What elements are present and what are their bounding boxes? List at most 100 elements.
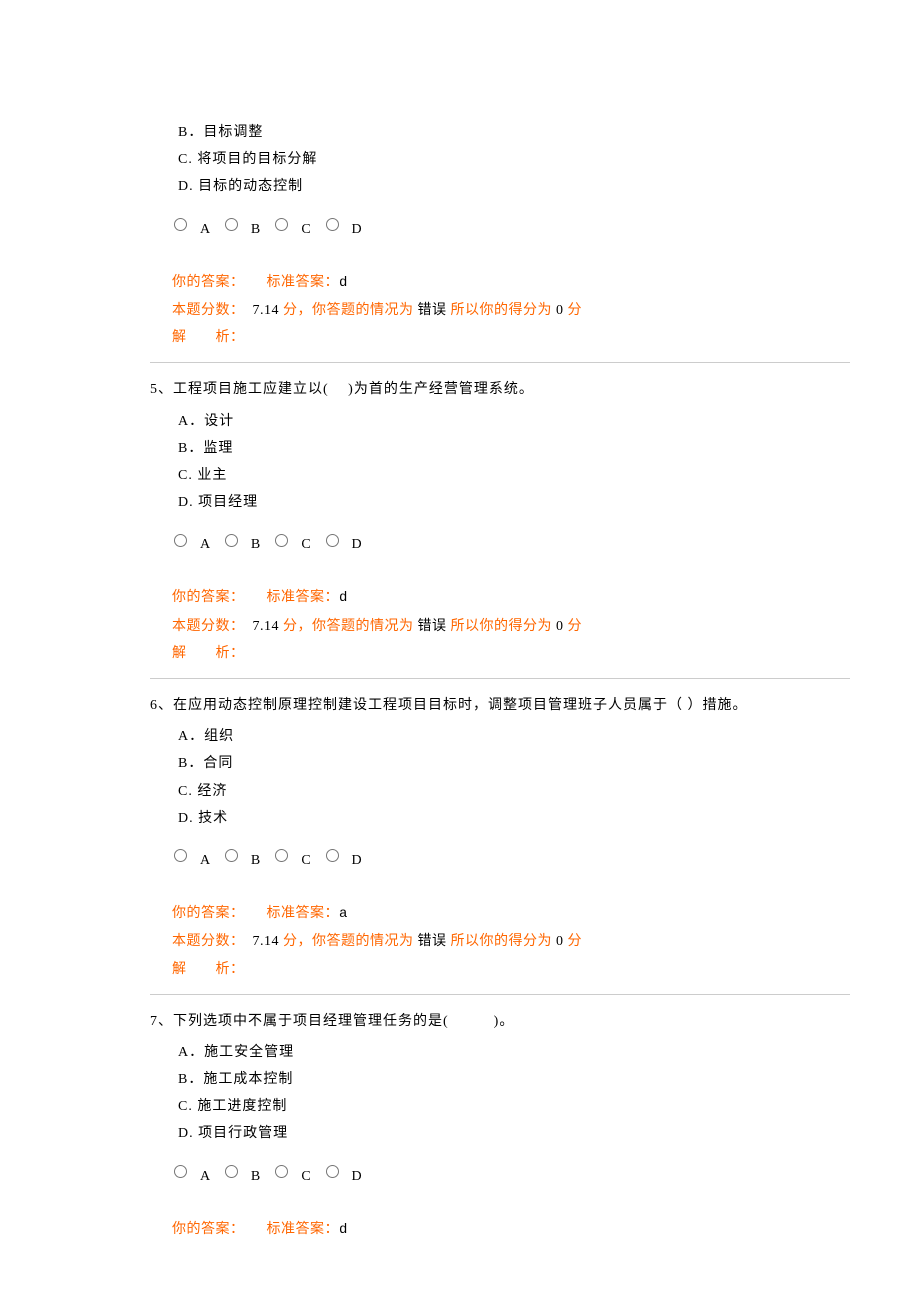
question-stem-q7: 7、下列选项中不属于项目经理管理任务的是( )。	[150, 1009, 850, 1034]
radio-label: C	[290, 1164, 322, 1189]
fen-unit: 分	[283, 619, 298, 634]
situation-text: ，你答题的情况为	[298, 934, 414, 949]
option-text: C. 将项目的目标分解	[150, 147, 850, 172]
std-answer-value: d	[339, 1222, 348, 1238]
your-answer-label: 你的答案：	[172, 275, 245, 290]
std-answer-value: d	[339, 275, 348, 291]
option-text: D. 目标的动态控制	[150, 174, 850, 199]
divider	[150, 678, 850, 679]
radio-label: A	[189, 848, 221, 873]
radio-label: A	[189, 1164, 221, 1189]
score-value: 7.14	[253, 303, 280, 318]
radio-label: A	[189, 532, 221, 557]
so-score-label: 所以你的得分为	[451, 934, 553, 949]
radio-q7-c[interactable]	[275, 1165, 288, 1178]
question-stem-q5: 5、工程项目施工应建立以( )为首的生产经营管理系统。	[150, 377, 850, 402]
option-text: B．目标调整	[150, 120, 850, 145]
radio-label: B	[240, 848, 272, 873]
radio-q5-d[interactable]	[326, 534, 339, 547]
score-line-q4: 本题分数： 7.14 分，你答题的情况为 错误 所以你的得分为 0 分	[150, 298, 850, 323]
your-answer-label: 你的答案：	[172, 906, 245, 921]
so-score-label: 所以你的得分为	[451, 619, 553, 634]
radio-group-q5: A B C D	[150, 527, 850, 557]
radio-q6-a[interactable]	[174, 849, 187, 862]
situation-text: ，你答题的情况为	[298, 619, 414, 634]
std-answer-value: d	[339, 590, 348, 606]
analysis-q6: 解 析：	[150, 957, 850, 982]
analysis-q4: 解 析：	[150, 325, 850, 350]
so-score-label: 所以你的得分为	[451, 303, 553, 318]
fen-unit: 分	[283, 303, 298, 318]
score-value: 7.14	[253, 619, 280, 634]
radio-label: A	[189, 217, 221, 242]
option-text: D. 项目经理	[150, 490, 850, 515]
radio-q7-a[interactable]	[174, 1165, 187, 1178]
your-answer-label: 你的答案：	[172, 1222, 245, 1237]
status-wrong: 错误	[418, 619, 447, 634]
option-text: B．施工成本控制	[150, 1067, 850, 1092]
score-line-q5: 本题分数： 7.14 分，你答题的情况为 错误 所以你的得分为 0 分	[150, 614, 850, 639]
option-text: B．合同	[150, 751, 850, 776]
your-answer-label: 你的答案：	[172, 590, 245, 605]
status-wrong: 错误	[418, 934, 447, 949]
radio-q7-b[interactable]	[225, 1165, 238, 1178]
radio-q5-c[interactable]	[275, 534, 288, 547]
divider	[150, 362, 850, 363]
fen-unit: 分	[283, 934, 298, 949]
question-stem-q6: 6、在应用动态控制原理控制建设工程项目目标时，调整项目管理班子人员属于（ ）措施…	[150, 693, 850, 718]
radio-q4-b[interactable]	[225, 218, 238, 231]
answer-line-q6: 你的答案： 标准答案：a	[150, 901, 850, 927]
fen-unit2: 分	[568, 619, 583, 634]
score-prefix: 本题分数：	[172, 303, 245, 318]
option-text: D. 项目行政管理	[150, 1121, 850, 1146]
option-text: C. 施工进度控制	[150, 1094, 850, 1119]
radio-q4-a[interactable]	[174, 218, 187, 231]
radio-group-q4: A B C D	[150, 212, 850, 242]
answer-line-q7: 你的答案： 标准答案：d	[150, 1217, 850, 1243]
option-text: A．设计	[150, 409, 850, 434]
std-answer-value: a	[339, 906, 348, 922]
radio-q5-a[interactable]	[174, 534, 187, 547]
radio-q6-d[interactable]	[326, 849, 339, 862]
radio-q5-b[interactable]	[225, 534, 238, 547]
std-answer-label: 标准答案：	[267, 906, 340, 921]
option-text: A．施工安全管理	[150, 1040, 850, 1065]
radio-label: D	[341, 848, 373, 873]
radio-label: D	[341, 217, 373, 242]
radio-label: C	[290, 848, 322, 873]
radio-label: D	[341, 532, 373, 557]
earned-score: 0	[556, 303, 564, 318]
situation-text: ，你答题的情况为	[298, 303, 414, 318]
earned-score: 0	[556, 934, 564, 949]
std-answer-label: 标准答案：	[267, 1222, 340, 1237]
option-text: C. 经济	[150, 779, 850, 804]
std-answer-label: 标准答案：	[267, 275, 340, 290]
divider	[150, 994, 850, 995]
radio-q4-d[interactable]	[326, 218, 339, 231]
radio-q7-d[interactable]	[326, 1165, 339, 1178]
radio-q6-c[interactable]	[275, 849, 288, 862]
radio-label: C	[290, 217, 322, 242]
radio-group-q6: A B C D	[150, 843, 850, 873]
radio-label: D	[341, 1164, 373, 1189]
fen-unit2: 分	[568, 303, 583, 318]
radio-group-q7: A B C D	[150, 1159, 850, 1189]
option-text: B．监理	[150, 436, 850, 461]
answer-line-q5: 你的答案： 标准答案：d	[150, 585, 850, 611]
analysis-q5: 解 析：	[150, 641, 850, 666]
status-wrong: 错误	[418, 303, 447, 318]
radio-q6-b[interactable]	[225, 849, 238, 862]
option-text: C. 业主	[150, 463, 850, 488]
score-value: 7.14	[253, 934, 280, 949]
radio-q4-c[interactable]	[275, 218, 288, 231]
earned-score: 0	[556, 619, 564, 634]
score-line-q6: 本题分数： 7.14 分，你答题的情况为 错误 所以你的得分为 0 分	[150, 929, 850, 954]
option-text: D. 技术	[150, 806, 850, 831]
score-prefix: 本题分数：	[172, 934, 245, 949]
score-prefix: 本题分数：	[172, 619, 245, 634]
radio-label: B	[240, 532, 272, 557]
radio-label: C	[290, 532, 322, 557]
radio-label: B	[240, 1164, 272, 1189]
option-text: A．组织	[150, 724, 850, 749]
fen-unit2: 分	[568, 934, 583, 949]
